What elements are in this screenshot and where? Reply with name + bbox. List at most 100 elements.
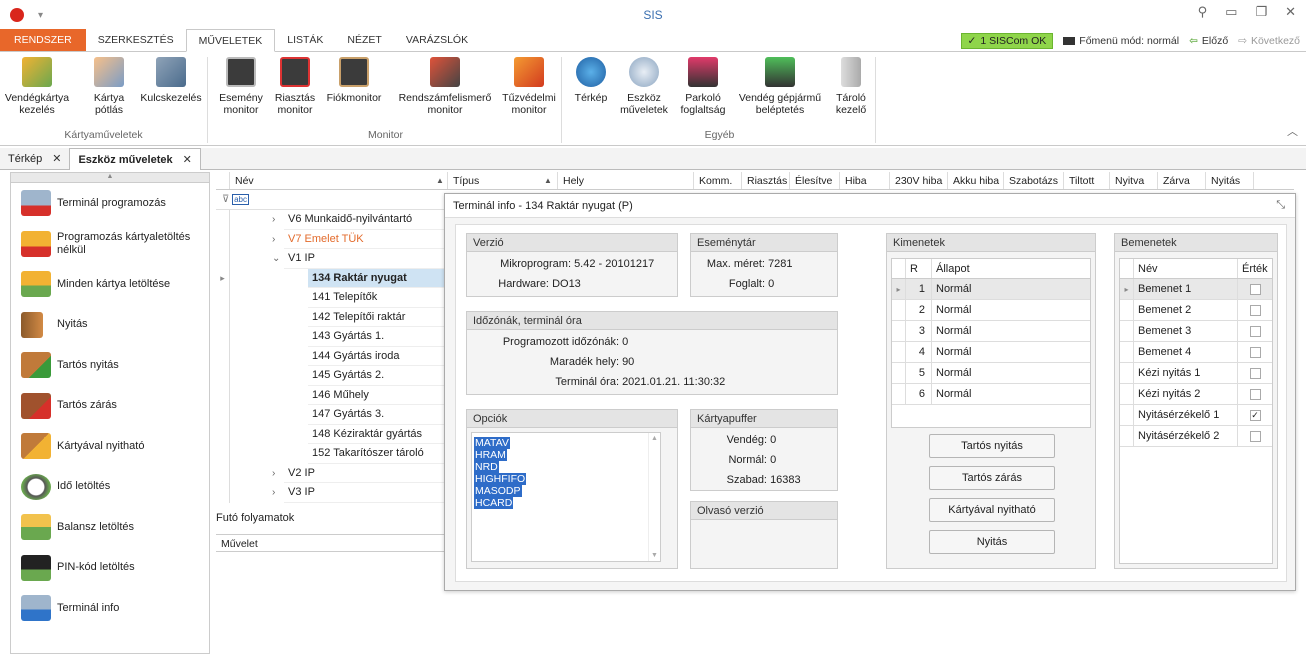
table-row[interactable]: Nyitásérzékelő 1 ✓ (1120, 405, 1272, 426)
col-nyitas[interactable]: Nyitás (1206, 172, 1254, 189)
tab-nezet[interactable]: NÉZET (335, 29, 393, 51)
sidebar-item-balansz-letoltes[interactable]: Balansz letöltés (11, 507, 209, 548)
doctab-terkep[interactable]: Térkép ✕ (0, 148, 69, 170)
esemeny-monitor-button[interactable]: Esemény monitor (216, 57, 266, 116)
tab-varazslok[interactable]: VARÁZSLÓK (394, 29, 480, 51)
option-item[interactable]: NRD (474, 461, 499, 473)
row-selector[interactable]: ▸ (216, 268, 230, 288)
tree-row[interactable]: 143 Gyártás 1. (216, 327, 446, 347)
terkep-button[interactable]: Térkép (566, 57, 616, 104)
row-selector[interactable] (1120, 321, 1134, 341)
row-selector[interactable] (892, 384, 906, 404)
tree-row[interactable]: 147 Gyártás 3. (216, 405, 446, 425)
col-komm[interactable]: Komm. (694, 172, 742, 189)
row-selector[interactable] (892, 300, 906, 320)
sidebar-item-pin-kod[interactable]: PIN-kód letöltés (11, 548, 209, 589)
tree-row[interactable]: 152 Takarítószer tároló (216, 444, 446, 464)
col-akku-hiba[interactable]: Akku hiba (948, 172, 1004, 189)
tree-row[interactable]: ⌄ V1 IP (216, 249, 446, 269)
checkbox[interactable] (1249, 326, 1261, 337)
row-selector[interactable] (216, 405, 230, 425)
siscom-status[interactable]: ✓ 1 SISCom OK (960, 33, 1054, 49)
row-selector[interactable] (216, 210, 230, 230)
row-selector[interactable] (216, 444, 230, 464)
doctab-eszkoz-muveletek[interactable]: Eszköz műveletek ✕ (69, 147, 201, 170)
tartos-zaras-button[interactable]: Tartós zárás (929, 466, 1055, 490)
dialog-close-icon[interactable]: ⤡ (1276, 199, 1285, 212)
col-szabotazs[interactable]: Szabotázs (1004, 172, 1064, 189)
row-selector[interactable] (216, 424, 230, 444)
prev-button[interactable]: ⇦ Előző (1189, 35, 1228, 47)
tab-listak[interactable]: LISTÁK (275, 29, 335, 51)
riasztas-monitor-button[interactable]: Riasztás monitor (270, 57, 320, 116)
minimize-button[interactable]: ▭ (1225, 4, 1237, 20)
col-elesitve[interactable]: Élesítve (790, 172, 840, 189)
tree-row[interactable]: 144 Gyártás iroda (216, 346, 446, 366)
sidebar-item-nyitas[interactable]: Nyitás (11, 305, 209, 346)
restore-button[interactable]: ❐ (1255, 4, 1267, 20)
tab-szerkesztes[interactable]: SZERKESZTÉS (86, 29, 186, 51)
sidebar-item-minden-kartya[interactable]: Minden kártya letöltése (11, 264, 209, 305)
col-tipus[interactable]: Típus (448, 172, 558, 189)
checkbox-checked[interactable]: ✓ (1249, 410, 1261, 421)
row-selector[interactable] (1120, 384, 1134, 404)
row-selector[interactable] (892, 363, 906, 383)
sidebar-item-terminal-info[interactable]: Terminál info (11, 588, 209, 629)
eszkoz-muveletek-button[interactable]: Eszköz műveletek (616, 57, 672, 116)
option-item[interactable]: MATAV (474, 437, 510, 449)
futo-col-muvelet[interactable]: Művelet (216, 534, 446, 552)
rendszamfelismero-button[interactable]: Rendszámfelismerő monitor (390, 57, 500, 116)
table-row[interactable]: Bemenet 4 (1120, 342, 1272, 363)
option-item[interactable]: HRAM (474, 449, 507, 461)
col-hiba[interactable]: Hiba (840, 172, 890, 189)
col-hely[interactable]: Hely (558, 172, 694, 189)
checkbox[interactable] (1249, 284, 1261, 295)
sidebar-item-terminal-programozas[interactable]: Terminál programozás (11, 183, 209, 224)
vendegkartya-button[interactable]: Vendégkártya kezelés (4, 57, 70, 116)
row-selector[interactable]: ▸ (892, 279, 906, 299)
table-row[interactable]: Nyitásérzékelő 2 (1120, 426, 1272, 447)
row-selector[interactable] (216, 366, 230, 386)
row-selector[interactable] (1120, 405, 1134, 425)
sidebar-item-kartyaval-nyithato[interactable]: Kártyával nyitható (11, 426, 209, 467)
table-row[interactable]: 4 Normál (892, 342, 1090, 363)
tree-row[interactable]: ▸ 134 Raktár nyugat (216, 268, 446, 288)
table-row[interactable]: Bemenet 2 (1120, 300, 1272, 321)
table-row[interactable]: 5 Normál (892, 363, 1090, 384)
option-item[interactable]: MASODP (474, 485, 522, 497)
col-r[interactable]: R (906, 259, 932, 278)
col-nev[interactable]: Név (1134, 259, 1238, 278)
tree-row[interactable]: › V2 IP (216, 463, 446, 483)
col-nyitva[interactable]: Nyitva (1110, 172, 1158, 189)
kartya-potlas-button[interactable]: Kártya pótlás (86, 57, 132, 116)
chevron-down-icon[interactable]: ⌄ (272, 249, 280, 269)
tree-row[interactable]: 146 Műhely (216, 385, 446, 405)
tree-row[interactable]: 141 Telepítők (216, 288, 446, 308)
table-row[interactable]: 6 Normál (892, 384, 1090, 405)
table-row[interactable]: 3 Normál (892, 321, 1090, 342)
row-selector[interactable] (216, 327, 230, 347)
tarolo-kezelo-button[interactable]: Tároló kezelő (830, 57, 872, 116)
col-zarva[interactable]: Zárva (1158, 172, 1206, 189)
parkolo-foglaltsag-button[interactable]: Parkoló foglaltság (676, 57, 730, 116)
checkbox[interactable] (1249, 305, 1261, 316)
tree-row[interactable]: › V3 IP (216, 483, 446, 503)
col-nev[interactable]: Név (230, 172, 448, 189)
row-selector[interactable] (216, 483, 230, 503)
tree-row[interactable]: 145 Gyártás 2. (216, 366, 446, 386)
kartyaval-nyithato-button[interactable]: Kártyával nyitható (929, 498, 1055, 522)
row-selector[interactable] (216, 288, 230, 308)
close-button[interactable]: ✕ (1285, 4, 1296, 20)
row-selector[interactable] (216, 229, 230, 249)
checkbox[interactable] (1249, 347, 1261, 358)
tab-muveletek[interactable]: MŰVELETEK (185, 29, 276, 52)
checkbox[interactable] (1249, 389, 1261, 400)
col-riasztas[interactable]: Riasztás (742, 172, 790, 189)
row-selector[interactable] (216, 346, 230, 366)
tuzvedelmi-monitor-button[interactable]: Tűzvédelmi monitor (500, 57, 558, 116)
filter-row[interactable]: ⊽ abc (216, 190, 446, 210)
row-selector[interactable] (892, 321, 906, 341)
table-row[interactable]: ▸ Bemenet 1 (1120, 279, 1272, 300)
kulcskezeles-button[interactable]: Kulcskezelés (138, 57, 204, 104)
chevron-right-icon[interactable]: › (272, 483, 275, 503)
